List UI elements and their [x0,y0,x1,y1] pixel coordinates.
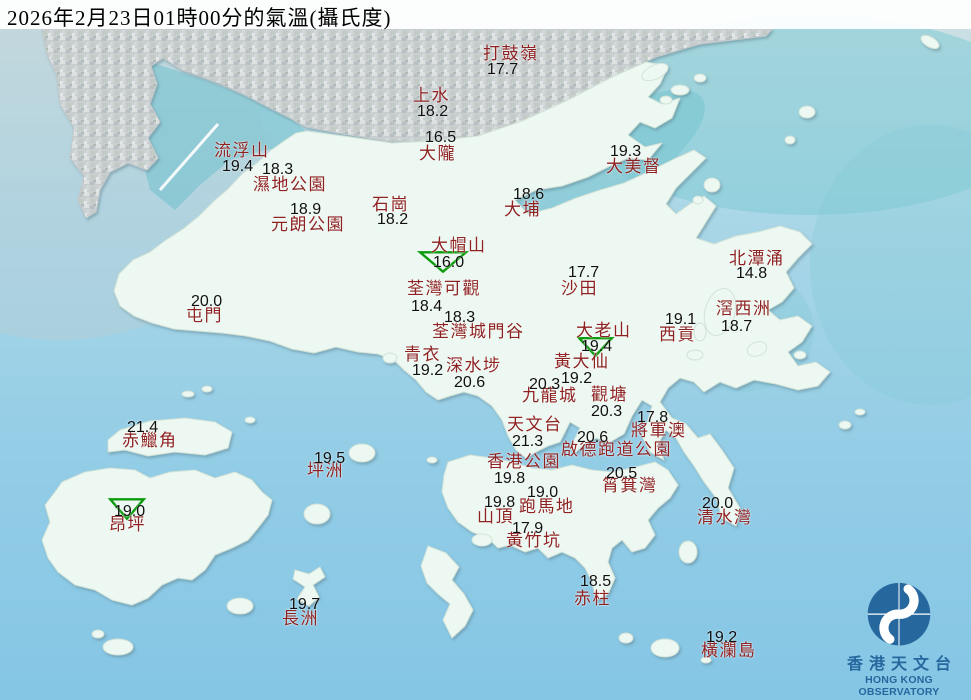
station-temperature-value: 18.7 [721,318,753,335]
station-temperature-value: 20.5 [606,465,638,482]
station-name-label: 大埔 [504,200,541,219]
station-temperature-value: 19.8 [484,494,516,511]
station-temperature-value: 19.3 [610,143,642,160]
station-name-label: 大隴 [419,144,456,163]
station-name-label: 打鼓嶺 [483,44,539,63]
station-temperature-value: 20.3 [529,376,561,393]
station-temperature-value: 19.2 [706,629,738,646]
station-temperature-value: 19.8 [494,470,526,487]
station-temperature-value: 19.5 [314,450,346,467]
station-name-label: 大帽山 [431,236,487,255]
stations-layer: 打鼓嶺 17.7 上水 18.2 大隴 16.5 流浮山 19.4 濕地公園 18.3 元朗公園 18… [0,0,971,700]
station-temperature-value: 17.7 [487,61,519,78]
station-temperature-value: 21.3 [512,433,544,450]
station-temperature-value: 20.3 [591,403,623,420]
station-temperature-value: 21.4 [127,419,159,436]
station-name-label: 深水埗 [446,356,502,375]
station-temperature-value: 18.3 [262,161,294,178]
station-temperature-value: 19.7 [289,596,321,613]
station-name-label: 滘西洲 [716,299,772,318]
station-temperature-value: 19.2 [412,362,444,379]
station-temperature-value: 18.3 [444,309,476,326]
station-temperature-value: 20.0 [702,495,734,512]
station-name-label: 青衣 [404,345,441,364]
station-temperature-value: 16.0 [433,254,465,271]
station-temperature-value: 17.9 [512,520,544,537]
station-temperature-value: 18.2 [377,211,409,228]
station-temperature-value: 20.0 [191,293,223,310]
station-name-label: 黃大仙 [554,352,610,371]
station-name-label: 觀塘 [591,385,628,404]
station-name-label: 西貢 [659,325,696,344]
station-name-label: 天文台 [507,415,563,434]
station-name-label: 沙田 [561,279,598,298]
station-temperature-value: 19.1 [665,311,697,328]
hko-logo-icon [867,583,931,646]
station-name-label: 大老山 [576,321,632,340]
station-temperature-value: 17.7 [568,264,600,281]
hko-logo-name-chinese: 香港天文台 [846,656,957,674]
station-temperature-value: 19.0 [114,503,146,520]
station-temperature-value: 16.5 [425,129,457,146]
station-temperature-value: 18.2 [417,103,449,120]
station-name-label: 元朗公園 [271,215,345,234]
hko-logo: 香港天文台 HONG KONG OBSERVATORY [828,581,970,699]
station-temperature-value: 20.6 [577,429,609,446]
station-name-label: 大美督 [606,157,662,176]
station-temperature-value: 18.4 [411,298,443,315]
hko-logo-name-english: HONG KONG OBSERVATORY [858,673,940,699]
station-name-label: 上水 [413,86,450,105]
station-temperature-value: 18.6 [513,186,545,203]
temperature-map: 2026年2月23日01時00分的氣溫(攝氏度) 打鼓嶺 17.7 上水 18.2 大隴… [0,0,971,700]
station-temperature-value: 19.0 [527,484,559,501]
station-temperature-value: 17.8 [637,409,669,426]
station-name-label: 流浮山 [214,141,270,160]
station-name-label: 香港公園 [487,452,561,471]
station-temperature-value: 18.9 [290,201,322,218]
station-name-label: 赤柱 [574,589,611,608]
station-temperature-value: 19.4 [222,158,254,175]
station-temperature-value: 14.8 [736,265,768,282]
station-name-label: 濕地公園 [253,175,327,194]
station-temperature-value: 19.2 [561,370,593,387]
station-name-label: 荃灣可觀 [407,279,481,298]
station-temperature-value: 20.6 [454,374,486,391]
station-temperature-value: 18.5 [580,573,612,590]
